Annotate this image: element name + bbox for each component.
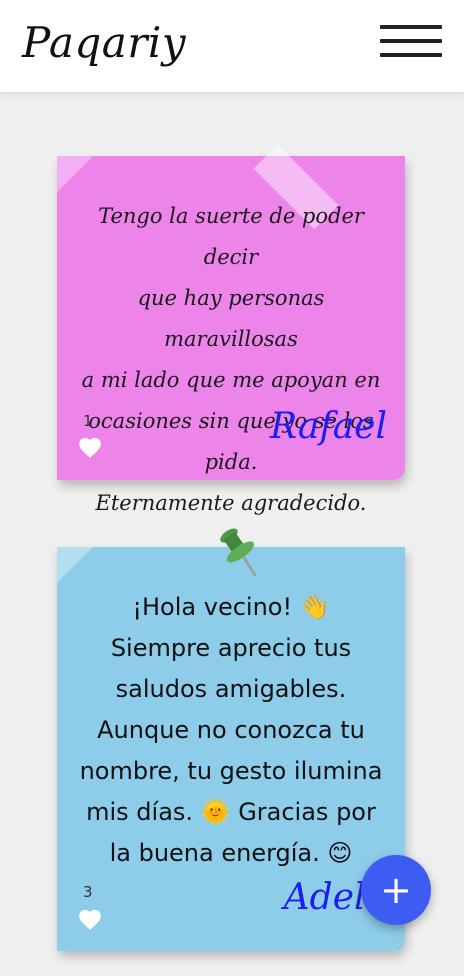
like-count: 1 — [83, 412, 93, 430]
note-line: Tengo la suerte de poder decir — [98, 204, 364, 269]
app-header: Paqariy — [0, 0, 464, 92]
note-message: ¡Hola vecino! 👋 Siempre aprecio tus salu… — [69, 587, 393, 874]
like-count: 3 — [83, 883, 93, 901]
note-line: mis días. 🌞 Gracias por — [86, 798, 376, 826]
note-line: saludos amigables. — [115, 675, 347, 703]
corner-fold — [57, 547, 93, 583]
note-card[interactable]: ¡Hola vecino! 👋 Siempre aprecio tus salu… — [57, 528, 405, 951]
app-logo[interactable]: Paqariy — [22, 18, 186, 67]
note-line: Siempre aprecio tus — [110, 634, 352, 662]
pushpin-icon — [220, 528, 257, 577]
hamburger-menu-icon[interactable] — [380, 24, 442, 60]
note-line: a mi lado que me apoyan en — [81, 368, 381, 392]
note-card[interactable]: Tengo la suerte de poder decir que hay p… — [57, 144, 405, 515]
heart-icon[interactable] — [77, 907, 103, 931]
corner-fold — [57, 156, 93, 192]
note-author: Rafael — [270, 406, 387, 447]
heart-icon[interactable] — [77, 435, 103, 459]
note-message: Tengo la suerte de poder decir que hay p… — [71, 196, 391, 524]
note-line: nombre, tu gesto ilumina — [79, 757, 383, 785]
note-line: que hay personas maravillosas — [137, 286, 325, 351]
add-note-button[interactable]: + — [361, 855, 431, 925]
note-line: la buena energía. 😊 — [109, 839, 353, 867]
note-line: Eternamente agradecido. — [95, 491, 367, 515]
note-line: Aunque no conozca tu — [97, 716, 365, 744]
note-line: ¡Hola vecino! 👋 — [132, 593, 330, 621]
